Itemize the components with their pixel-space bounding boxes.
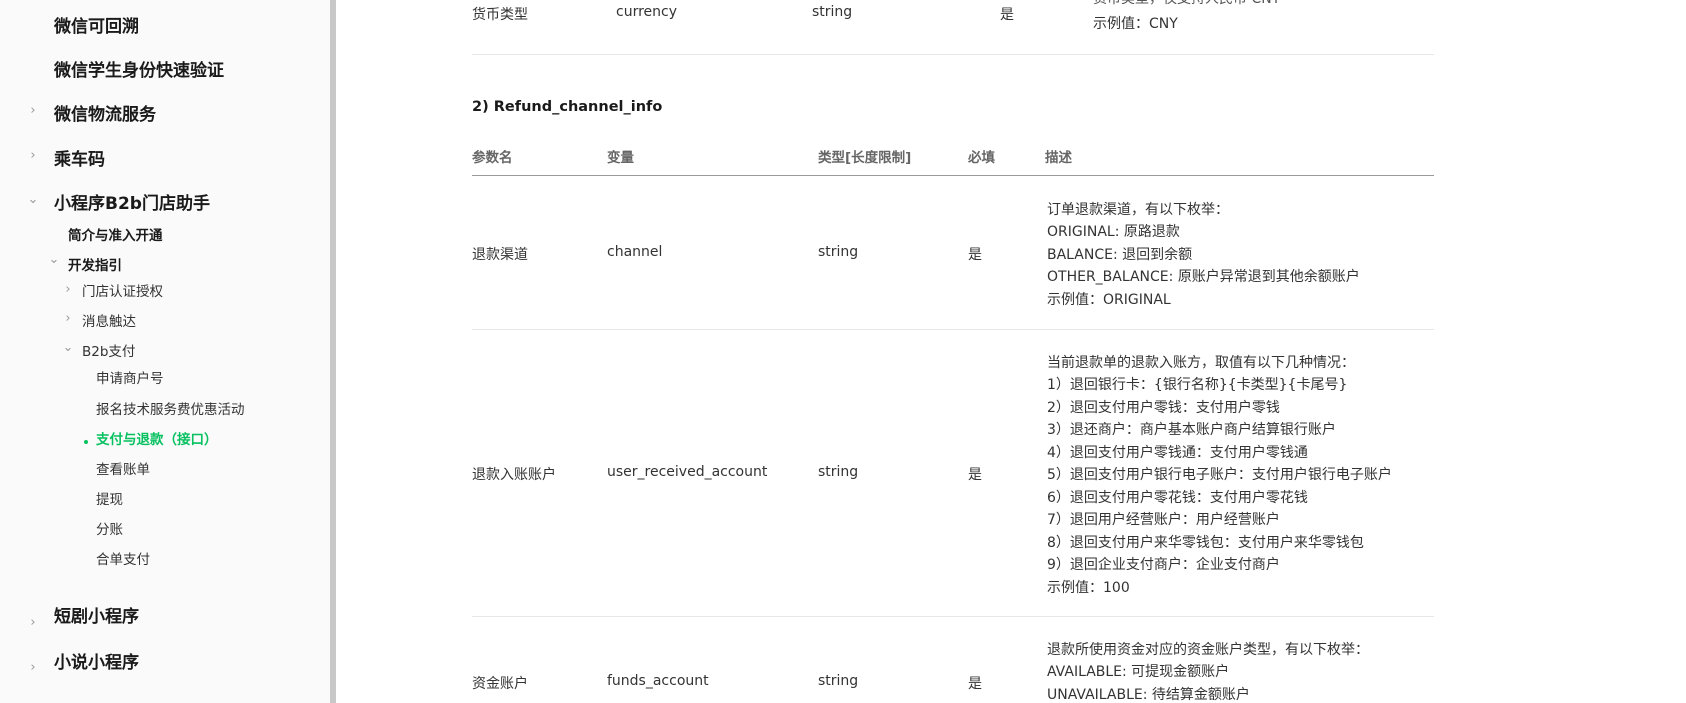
sidebar: 微信可回溯 微信学生身份快速验证 › 微信物流服务 › 乘车码 ⌄ 小程序B2b… (0, 0, 330, 703)
row-2-example: 示例值：100 (1047, 580, 1130, 596)
sidebar-item-messaging[interactable]: 消息触达 (82, 310, 136, 330)
active-indicator (84, 440, 88, 444)
chevron-right-icon[interactable]: › (27, 661, 39, 674)
sidebar-item-logistics[interactable]: 微信物流服务 (54, 100, 156, 125)
row-2-variable: user_received_account (607, 464, 768, 480)
row-3-required: 是 (968, 676, 982, 692)
prev-row-variable: currency (616, 4, 677, 20)
sidebar-item-combined-pay[interactable]: 合单支付 (96, 548, 150, 568)
row-1-desc-line: ORIGINAL: 原路退款 (1047, 224, 1180, 240)
row-1-type: string (818, 244, 859, 260)
row-3-name: 资金账户 (472, 676, 528, 692)
chevron-right-icon[interactable]: › (62, 283, 74, 296)
sidebar-item-bus-code[interactable]: 乘车码 (54, 145, 105, 170)
chevron-down-icon[interactable]: ⌄ (62, 341, 74, 354)
row-2-required: 是 (968, 467, 982, 483)
sidebar-item-fee-promo[interactable]: 报名技术服务费优惠活动 (96, 398, 245, 418)
sidebar-item-short-drama[interactable]: 短剧小程序 (54, 602, 139, 627)
row-divider (472, 54, 1434, 55)
row-1-required: 是 (968, 247, 982, 263)
sidebar-item-b2b-store[interactable]: 小程序B2b门店助手 (54, 189, 210, 214)
prev-row-type: string (812, 4, 853, 20)
row-1-desc-line: 订单退款渠道，有以下枚举： (1047, 202, 1229, 218)
row-1-desc-line: BALANCE: 退回到余额 (1047, 247, 1193, 263)
sidebar-item-intro[interactable]: 简介与准入开通 (68, 224, 163, 244)
row-1-example: 示例值：ORIGINAL (1047, 292, 1171, 308)
prev-row-desc: 货币类型，仅支持人民币 CNY (1093, 0, 1280, 8)
sidebar-item-store-auth[interactable]: 门店认证授权 (82, 280, 163, 300)
chevron-right-icon[interactable]: › (27, 616, 39, 629)
row-2-desc-line: 6）退回支付用户零花钱：支付用户零花钱 (1047, 490, 1308, 506)
chevron-down-icon[interactable]: ⌄ (27, 193, 39, 206)
row-2-desc-line: 3）退还商户：商户基本账户商户结算银行账户 (1047, 422, 1336, 438)
row-2-desc-line: 8）退回支付用户来华零钱包：支付用户来华零钱包 (1047, 535, 1364, 551)
sidebar-item-pay-refund[interactable]: 支付与退款（接口） (96, 428, 218, 448)
header-divider (472, 175, 1434, 176)
row-2-name: 退款入账账户 (472, 467, 556, 483)
chevron-right-icon[interactable]: › (62, 312, 74, 325)
sidebar-item-withdraw[interactable]: 提现 (96, 488, 123, 508)
row-divider (472, 616, 1434, 617)
chevron-right-icon[interactable]: › (27, 104, 39, 117)
row-3-desc-line: 退款所使用资金对应的资金账户类型，有以下枚举： (1047, 642, 1369, 658)
row-1-variable: channel (607, 244, 663, 260)
col-header-type: 类型[长度限制] (818, 150, 912, 166)
sidebar-item-novel[interactable]: 小说小程序 (54, 648, 139, 673)
sidebar-item-b2b-pay[interactable]: B2b支付 (82, 340, 135, 360)
row-1-name: 退款渠道 (472, 247, 528, 263)
col-header-required: 必填 (968, 150, 995, 166)
sidebar-item-student-verify[interactable]: 微信学生身份快速验证 (54, 56, 224, 81)
section-title: 2) Refund_channel_info (472, 99, 663, 115)
row-3-desc-line: AVAILABLE: 可提现金额账户 (1047, 664, 1230, 680)
row-divider (472, 329, 1434, 330)
row-2-desc-line: 4）退回支付用户零钱通：支付用户零钱通 (1047, 445, 1308, 461)
col-header-desc: 描述 (1045, 150, 1072, 166)
row-2-desc-line: 1）退回银行卡：{银行名称}{卡类型}{卡尾号} (1047, 377, 1348, 393)
row-2-desc-line: 5）退回支付用户银行电子账户：支付用户银行电子账户 (1047, 467, 1392, 483)
prev-row-name: 货币类型 (472, 7, 528, 23)
sidebar-item-dev-guide[interactable]: 开发指引 (68, 254, 122, 274)
sidebar-item-wechat-traceability[interactable]: 微信可回溯 (54, 12, 139, 37)
col-header-name: 参数名 (472, 150, 513, 166)
prev-row-required: 是 (1000, 7, 1014, 23)
row-3-desc-line: UNAVAILABLE: 待结算金额账户 (1047, 687, 1250, 703)
prev-row-example: 示例值：CNY (1093, 16, 1178, 32)
col-header-variable: 变量 (607, 150, 634, 166)
sidebar-item-profit-share[interactable]: 分账 (96, 518, 123, 538)
sidebar-item-merchant-apply[interactable]: 申请商户号 (96, 367, 164, 387)
row-1-desc-line: OTHER_BALANCE: 原账户异常退到其他余额账户 (1047, 269, 1360, 285)
row-2-desc-line: 2）退回支付用户零钱：支付用户零钱 (1047, 400, 1280, 416)
chevron-down-icon[interactable]: ⌄ (48, 253, 60, 266)
row-2-desc-line: 7）退回用户经营账户：用户经营账户 (1047, 512, 1280, 528)
row-3-type: string (818, 673, 859, 689)
row-2-desc-line: 当前退款单的退款入账方，取值有以下几种情况： (1047, 355, 1355, 371)
row-2-desc-line: 9）退回企业支付商户：企业支付商户 (1047, 557, 1280, 573)
chevron-right-icon[interactable]: › (27, 149, 39, 162)
row-3-variable: funds_account (607, 673, 709, 689)
row-2-type: string (818, 464, 859, 480)
sidebar-item-bills[interactable]: 查看账单 (96, 458, 150, 478)
sidebar-divider[interactable] (330, 0, 336, 703)
